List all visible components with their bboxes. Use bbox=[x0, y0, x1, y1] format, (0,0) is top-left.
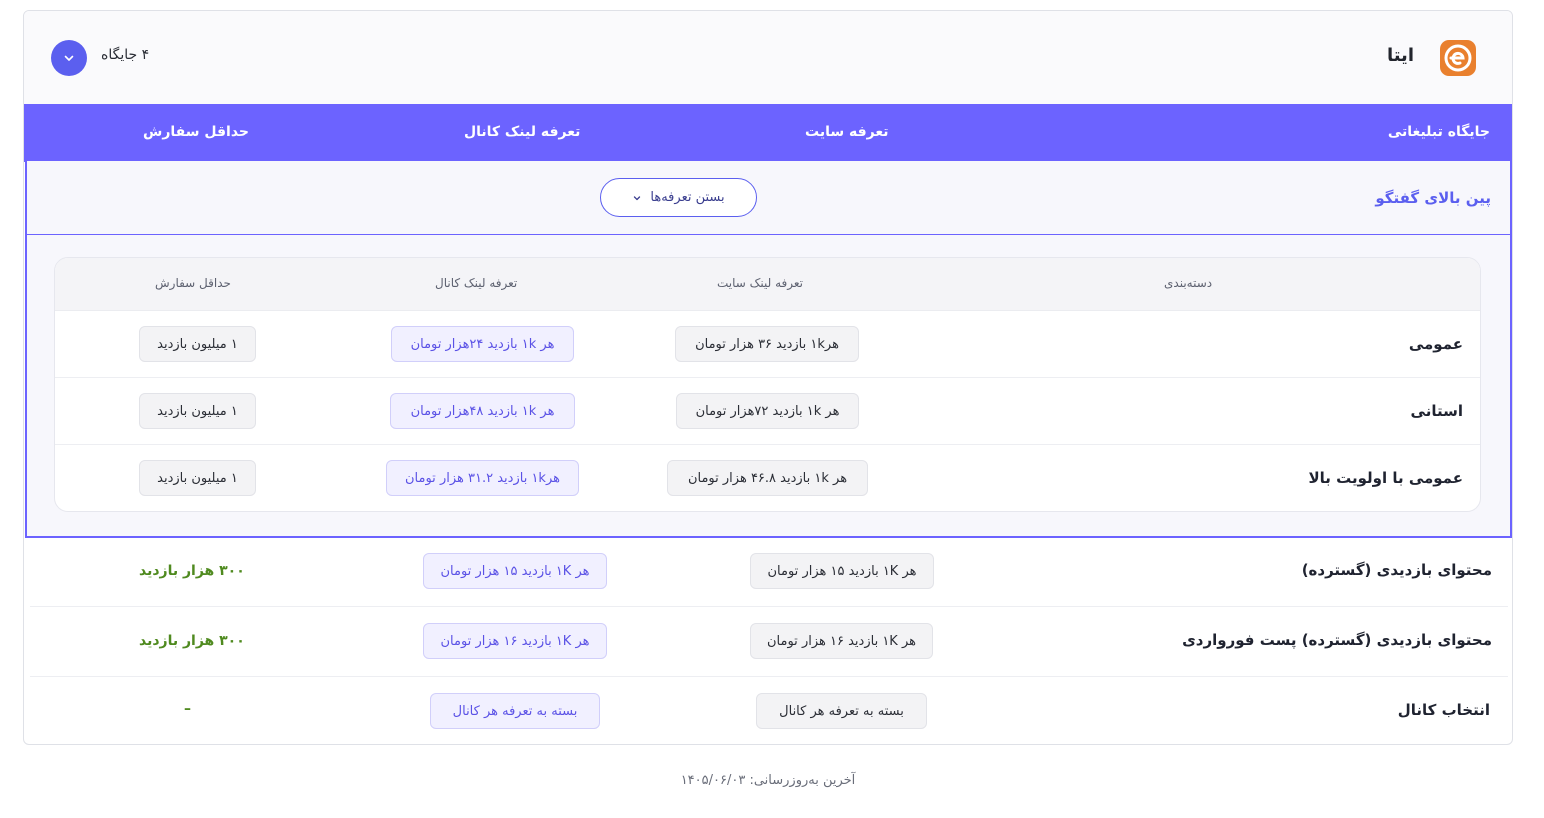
column-header-slot: جایگاه تبلیغاتی bbox=[1387, 124, 1490, 140]
table-header: جایگاه تبلیغاتی تعرفه سایت تعرفه لینک کا… bbox=[24, 104, 1512, 162]
site-tariff-value: هر ۱k بازدید ۴۶.۸ هزار تومان bbox=[667, 460, 868, 496]
sub-column-category: دسته‌بندی bbox=[1164, 276, 1213, 290]
eitaa-logo-icon bbox=[1440, 40, 1476, 76]
table-row: محتوای بازدیدی (گسترده) پست فورواردی هر … bbox=[30, 607, 1508, 677]
table-row: عمومی هر۱k بازدید ۳۶ هزار تومان هر ۱k با… bbox=[55, 311, 1480, 378]
row-slot-name: محتوای بازدیدی (گسترده) bbox=[1301, 561, 1492, 579]
card-header: ایتا ۴ جایگاه bbox=[24, 11, 1512, 104]
close-tariffs-button[interactable]: بستن تعرفه‌ها bbox=[600, 178, 757, 217]
row-category: عمومی bbox=[1408, 335, 1463, 353]
site-tariff-value: هر۱k بازدید ۳۶ هزار تومان bbox=[675, 326, 859, 362]
brand-name: ایتا bbox=[1386, 45, 1414, 66]
table-row: عمومی با اولویت بالا هر ۱k بازدید ۴۶.۸ ه… bbox=[55, 445, 1480, 511]
table-row: انتخاب کانال بسته به تعرفه هر کانال بسته… bbox=[24, 677, 1512, 744]
site-tariff-value: هر ۱K بازدید ۱۶ هزار تومان bbox=[750, 623, 933, 659]
min-order-value: ۱ میلیون بازدید bbox=[139, 393, 256, 429]
pin-section: پین بالای گفتگو بستن تعرفه‌ها دسته‌بندی … bbox=[25, 161, 1512, 538]
chevron-down-icon bbox=[634, 195, 641, 200]
sub-column-channel-tariff: تعرفه لینک کانال bbox=[435, 276, 518, 290]
sub-column-site-tariff: تعرفه لینک سایت bbox=[717, 276, 804, 290]
row-category: استانی bbox=[1410, 402, 1463, 420]
channel-tariff-value: هر ۱k بازدید ۲۴هزار تومان bbox=[391, 326, 574, 362]
slot-count: ۴ جایگاه bbox=[101, 47, 150, 63]
row-category: عمومی با اولویت بالا bbox=[1308, 469, 1463, 487]
channel-tariff-value: هر ۱k بازدید ۴۸هزار تومان bbox=[390, 393, 575, 429]
min-order-value: ۳۰۰ هزار بازدید bbox=[139, 563, 245, 579]
chevron-down-icon bbox=[64, 55, 74, 61]
row-slot-name: محتوای بازدیدی (گسترده) پست فورواردی bbox=[1182, 631, 1492, 649]
pin-table-header: دسته‌بندی تعرفه لینک سایت تعرفه لینک کان… bbox=[55, 258, 1480, 311]
row-slot-name: انتخاب کانال bbox=[1397, 701, 1490, 719]
site-tariff-value: بسته به تعرفه هر کانال bbox=[756, 693, 927, 729]
sub-column-min-order: حداقل سفارش bbox=[155, 276, 231, 290]
table-row: محتوای بازدیدی (گسترده) هر ۱K بازدید ۱۵ … bbox=[30, 537, 1508, 607]
column-header-site-tariff: تعرفه سایت bbox=[805, 124, 889, 140]
pin-section-header: پین بالای گفتگو بستن تعرفه‌ها bbox=[27, 161, 1510, 235]
min-order-value: ۱ میلیون بازدید bbox=[139, 326, 256, 362]
column-header-channel-tariff: تعرفه لینک کانال bbox=[464, 124, 581, 140]
last-update-note: آخرین به‌روزرسانی: ۱۴۰۵/۰۶/۰۳ bbox=[680, 773, 856, 788]
table-row: استانی هر ۱k بازدید ۷۲هزار تومان هر ۱k ب… bbox=[55, 378, 1480, 445]
channel-tariff-value: هر ۱K بازدید ۱۶ هزار تومان bbox=[423, 623, 607, 659]
collapse-toggle-button[interactable] bbox=[51, 40, 87, 76]
pin-section-title: پین بالای گفتگو bbox=[1375, 189, 1491, 207]
site-tariff-value: هر ۱k بازدید ۷۲هزار تومان bbox=[676, 393, 859, 429]
pricing-card: ایتا ۴ جایگاه جایگاه تبلیغاتی تعرفه سایت… bbox=[23, 10, 1513, 745]
channel-tariff-value: بسته به تعرفه هر کانال bbox=[430, 693, 600, 729]
pin-tariff-table: دسته‌بندی تعرفه لینک سایت تعرفه لینک کان… bbox=[54, 257, 1481, 512]
min-order-value: ۳۰۰ هزار بازدید bbox=[139, 633, 245, 649]
close-tariffs-label: بستن تعرفه‌ها bbox=[650, 190, 725, 205]
column-header-min-order: حداقل سفارش bbox=[143, 124, 249, 140]
min-order-value: ۱ میلیون بازدید bbox=[139, 460, 256, 496]
site-tariff-value: هر ۱K بازدید ۱۵ هزار تومان bbox=[750, 553, 934, 589]
channel-tariff-value: هر۱k بازدید ۳۱.۲ هزار تومان bbox=[386, 460, 579, 496]
min-order-value: – bbox=[184, 701, 191, 717]
channel-tariff-value: هر ۱K بازدید ۱۵ هزار تومان bbox=[423, 553, 607, 589]
